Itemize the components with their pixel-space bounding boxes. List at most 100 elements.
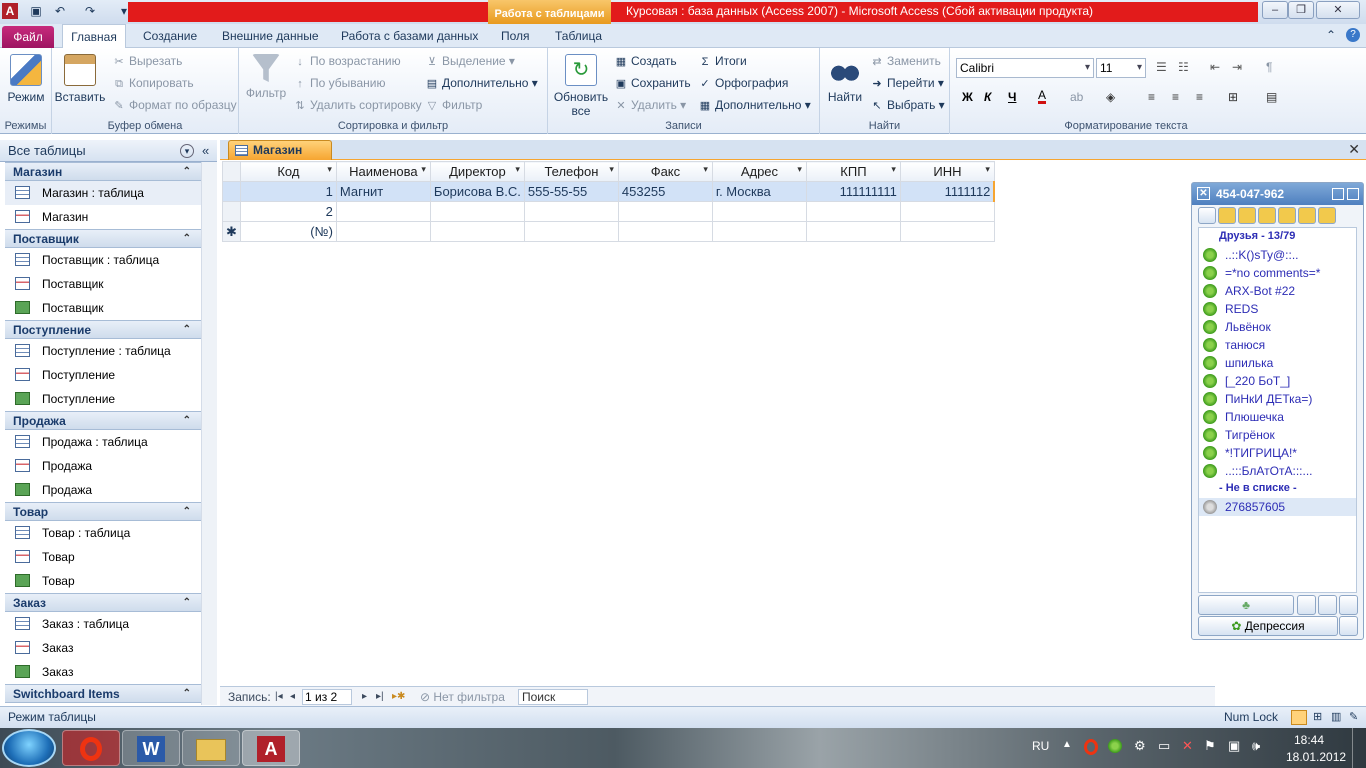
sort-descending-button[interactable]: ↑ По убыванию [293, 74, 385, 92]
icq-avatar-button[interactable] [1339, 595, 1358, 615]
collapse-group-icon[interactable]: ⌃ [183, 594, 191, 612]
bold-icon[interactable]: Ж [962, 88, 973, 106]
table-cell[interactable] [899, 201, 995, 222]
nav-item[interactable]: Продажа [5, 454, 201, 478]
table-cell[interactable]: 1 [239, 181, 337, 202]
column-header[interactable]: Наименова ▾ [335, 161, 431, 182]
table-cell[interactable] [335, 221, 431, 242]
close-icon[interactable]: ✕ [1197, 187, 1210, 200]
minimize-icon[interactable] [1347, 188, 1359, 200]
delete-record-button[interactable]: ✕ Удалить ▾ [614, 96, 686, 114]
opera-taskbar-button[interactable] [62, 730, 120, 766]
flag-tray-icon[interactable]: ⚑ [1204, 738, 1216, 754]
nav-group-header[interactable]: Заказ ⌃ [5, 593, 201, 612]
icq-title-bar[interactable]: ✕ 454-047-962 [1192, 183, 1363, 205]
numbering-icon[interactable]: ☷ [1178, 58, 1189, 76]
replace-button[interactable]: ⇄ Заменить [870, 52, 941, 70]
new-record-button[interactable]: ▦ Создать [614, 52, 677, 70]
column-header[interactable]: Факс ▾ [617, 161, 713, 182]
more-records-button[interactable]: ▦ Дополнительно ▾ [698, 96, 811, 114]
show-hidden-icons[interactable]: ▲ [1062, 739, 1072, 750]
nav-group-header[interactable]: Магазин ⌃ [5, 162, 201, 181]
opera-tray-icon[interactable] [1084, 739, 1098, 755]
fill-color-icon[interactable]: ◈ [1106, 88, 1115, 106]
nav-item[interactable]: Поступление [5, 387, 201, 411]
view-button[interactable]: Режим [4, 54, 48, 104]
collapse-pane-icon[interactable]: « [202, 140, 209, 162]
tab-fields[interactable]: Поля [492, 24, 539, 48]
maximize-button[interactable]: ❐ [1288, 1, 1314, 19]
nav-item[interactable]: Заказ [5, 636, 201, 660]
nav-item[interactable]: Заказ : таблица [5, 612, 201, 636]
collapse-group-icon[interactable]: ⌃ [183, 503, 191, 521]
highlight-icon[interactable]: ab [1070, 88, 1083, 106]
select-all-corner[interactable] [222, 161, 241, 182]
first-record-icon[interactable]: |◂ [275, 687, 283, 707]
icq-contact[interactable]: Львёнок [1199, 318, 1356, 336]
nav-group-header[interactable]: Switchboard Items ⌃ [5, 684, 201, 703]
icq-contact[interactable]: ..::K()sTy@::.. [1199, 246, 1356, 264]
nav-item[interactable]: Заказ [5, 660, 201, 684]
icq-contact[interactable]: танюся [1199, 336, 1356, 354]
column-header[interactable]: Телефон ▾ [523, 161, 619, 182]
nav-group-header[interactable]: Поступление ⌃ [5, 320, 201, 339]
column-header[interactable]: ИНН ▾ [899, 161, 995, 182]
nav-item[interactable]: Магазин [5, 205, 201, 229]
prev-record-icon[interactable]: ◂ [290, 687, 295, 707]
icq-contact[interactable]: [_220 БоТ_] [1199, 372, 1356, 390]
clock-time[interactable]: 18:44 [1294, 733, 1324, 747]
table-cell[interactable] [899, 221, 995, 242]
language-indicator[interactable]: RU [1032, 739, 1049, 753]
monitor-tray-icon[interactable]: ▭ [1158, 738, 1170, 754]
close-document-icon[interactable]: ✕ [1348, 141, 1360, 158]
table-cell[interactable] [617, 221, 713, 242]
totals-button[interactable]: Σ Итоги [698, 52, 747, 70]
column-header[interactable]: Директор ▾ [429, 161, 525, 182]
icq-contact[interactable]: *!ТИГРИЦА!* [1199, 444, 1356, 462]
format-painter-button[interactable]: ✎ Формат по образцу [112, 96, 236, 114]
volume-icon[interactable]: 🕪 [1252, 738, 1260, 754]
show-desktop-button[interactable] [1352, 728, 1366, 768]
table-row[interactable]: 2 [222, 201, 995, 222]
table-cell[interactable] [805, 221, 901, 242]
nav-group-header[interactable]: Поставщик ⌃ [5, 229, 201, 248]
icq-contact[interactable]: =*no comments=* [1199, 264, 1356, 282]
word-taskbar-button[interactable]: W [122, 730, 180, 766]
tab-file[interactable]: Файл [2, 26, 54, 48]
nav-item[interactable]: Продажа : таблица [5, 430, 201, 454]
icq-menu-button[interactable] [1318, 595, 1337, 615]
redo-icon[interactable]: ↷ [82, 3, 98, 19]
icq-tray-icon[interactable] [1108, 739, 1122, 753]
icq-add-contact-button[interactable]: ♣ [1198, 595, 1294, 615]
access-app-icon[interactable]: A [2, 3, 18, 19]
chevron-up-icon[interactable]: ⌃ [1326, 28, 1336, 42]
decrease-indent-icon[interactable]: ⇤ [1210, 58, 1220, 76]
copy-button[interactable]: ⧉ Копировать [112, 74, 194, 92]
search-input[interactable]: Поиск [518, 689, 588, 705]
nav-item[interactable]: Поставщик [5, 296, 201, 320]
table-cell[interactable]: 453255 [617, 181, 713, 202]
gear-tray-icon[interactable]: ⚙ [1134, 738, 1146, 754]
filter-status-button[interactable]: ⊘ Нет фильтра [420, 687, 505, 707]
toggle-filter-button[interactable]: ▽ Фильтр [425, 96, 483, 114]
table-row-new[interactable]: ✱ (№) [222, 221, 995, 242]
select-button[interactable]: ↖ Выбрать ▾ [870, 96, 944, 114]
chevron-down-icon[interactable]: ▾ [180, 144, 194, 158]
icq-group-friends[interactable]: Друзья - 13/79 [1199, 228, 1356, 244]
collapse-group-icon[interactable]: ⌃ [183, 163, 191, 181]
icq-contact[interactable]: ПиНкИ ДЕТка=) [1199, 390, 1356, 408]
explorer-taskbar-button[interactable] [182, 730, 240, 766]
increase-indent-icon[interactable]: ⇥ [1232, 58, 1242, 76]
icq-contact[interactable]: шпилька [1199, 354, 1356, 372]
cut-button[interactable]: ✂ Вырезать [112, 52, 182, 70]
contacts-icon[interactable] [1258, 207, 1276, 224]
find-button[interactable]: Найти [824, 54, 866, 104]
font-name-select[interactable]: Calibri [956, 58, 1094, 78]
tab-create[interactable]: Создание [134, 24, 206, 48]
row-selector[interactable] [222, 201, 241, 222]
table-cell[interactable] [805, 201, 901, 222]
goto-button[interactable]: ➜ Перейти ▾ [870, 74, 944, 92]
table-cell[interactable] [335, 201, 431, 222]
collapse-group-icon[interactable]: ⌃ [183, 321, 191, 339]
chat-icon[interactable] [1218, 207, 1236, 224]
